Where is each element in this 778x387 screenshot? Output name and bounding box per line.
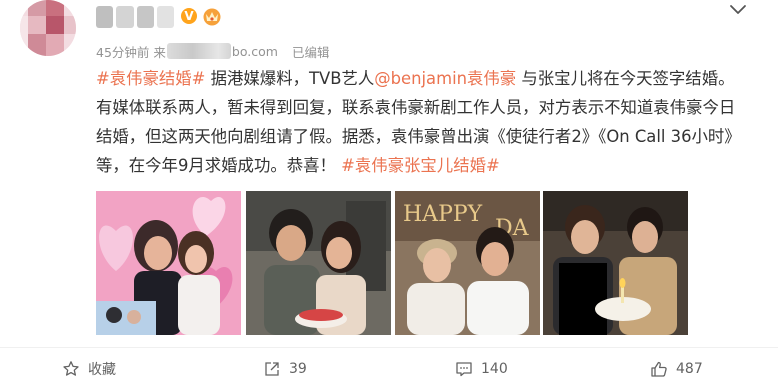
post-content: #袁伟豪结婚# 据港媒爆料，TVB艺人@benjamin袁伟豪 与张宝儿将在今天… bbox=[96, 64, 748, 180]
chevron-down-icon[interactable] bbox=[728, 2, 748, 16]
hashtag-link[interactable]: #袁伟豪张宝儿结婚# bbox=[341, 156, 500, 175]
couple-photo-birthday-banner-icon: HAPPY DA bbox=[395, 191, 540, 335]
source-prefix: 来 bbox=[153, 44, 166, 60]
avatar[interactable] bbox=[20, 0, 76, 56]
post-meta: 45分钟前 来 bo.com 已编辑 bbox=[96, 42, 329, 60]
post-photo-2[interactable] bbox=[246, 191, 391, 335]
comment-button[interactable]: 140 bbox=[455, 350, 508, 387]
action-bar: 收藏 39 140 487 bbox=[0, 350, 778, 387]
repost-count: 39 bbox=[289, 360, 307, 377]
favorite-button[interactable]: 收藏 bbox=[62, 350, 116, 387]
photo-grid: HAPPY DA bbox=[96, 191, 696, 341]
like-button[interactable]: 487 bbox=[650, 350, 703, 387]
weibo-post-card: V 45分钟前 来 bo.com 已编辑 #袁伟豪结婚# 据港媒爆料，TVB艺人… bbox=[0, 0, 778, 387]
comment-count: 140 bbox=[481, 360, 508, 377]
source-blurred bbox=[166, 43, 231, 59]
post-photo-1[interactable] bbox=[96, 191, 241, 335]
crown-badge-icon bbox=[203, 8, 221, 26]
source-suffix[interactable]: bo.com bbox=[232, 44, 278, 59]
verified-badge-icon: V bbox=[181, 8, 197, 24]
repost-icon bbox=[265, 361, 279, 376]
post-photo-3[interactable]: HAPPY DA bbox=[395, 191, 540, 335]
couple-photo-pink-hearts-icon bbox=[96, 191, 241, 335]
thumbs-up-icon bbox=[651, 361, 667, 377]
couple-photo-cake-candle-icon bbox=[543, 191, 688, 335]
post-text: 据港媒爆料，TVB艺人 bbox=[205, 69, 375, 88]
comment-icon bbox=[456, 361, 472, 376]
edited-label[interactable]: 已编辑 bbox=[292, 42, 330, 61]
star-icon bbox=[63, 360, 79, 376]
hashtag-link[interactable]: #袁伟豪结婚# bbox=[96, 69, 205, 88]
svg-text:HAPPY: HAPPY bbox=[403, 202, 483, 227]
actions-divider bbox=[0, 347, 778, 348]
like-count: 487 bbox=[676, 360, 703, 377]
repost-button[interactable]: 39 bbox=[263, 350, 307, 387]
post-photo-4[interactable] bbox=[543, 191, 688, 335]
username-blurred[interactable] bbox=[96, 6, 174, 28]
mention-link[interactable]: @benjamin袁伟豪 bbox=[374, 69, 516, 88]
post-time[interactable]: 45分钟前 bbox=[96, 42, 149, 61]
favorite-label: 收藏 bbox=[88, 361, 116, 378]
couple-photo-cake-icon bbox=[246, 191, 391, 335]
